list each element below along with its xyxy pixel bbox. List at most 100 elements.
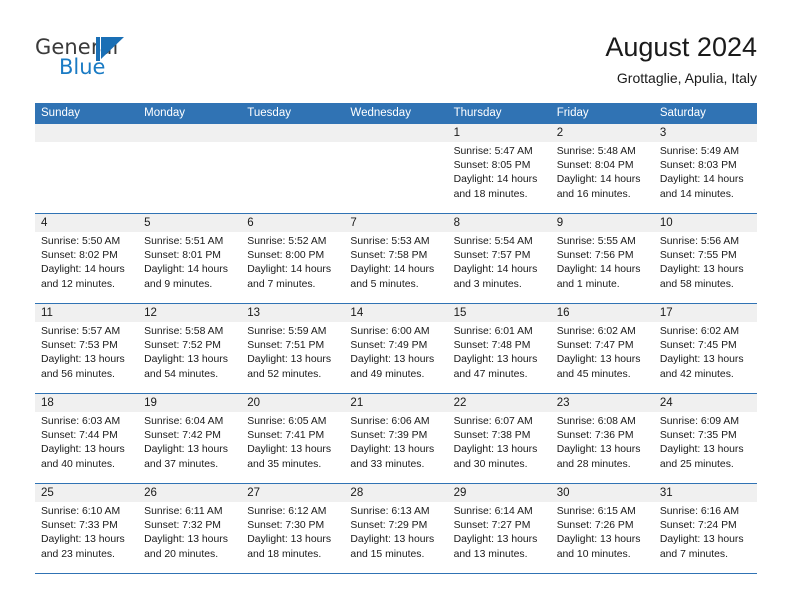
day-detail-line: Sunset: 7:35 PM	[659, 430, 737, 442]
day-cell-1[interactable]: 1 Sunrise: 5:47 AM Sunset: 8:05 PM Daylight…	[447, 124, 551, 213]
day-cell-28[interactable]: 28 Sunrise: 6:13 AM Sunset: 7:29 PM Dayligh…	[344, 484, 448, 573]
day-number: 25	[41, 487, 54, 499]
day-cell-10[interactable]: 10 Sunrise: 5:56 AM Sunset: 7:55 PM Dayligh…	[653, 214, 757, 303]
day-cell-29[interactable]: 29 Sunrise: 6:14 AM Sunset: 7:27 PM Dayligh…	[447, 484, 551, 573]
day-detail-line: Daylight: 13 hours	[41, 444, 125, 456]
day-cell-13[interactable]: 13 Sunrise: 5:59 AM Sunset: 7:51 PM Dayligh…	[241, 304, 345, 393]
day-cell-14[interactable]: 14 Sunrise: 6:00 AM Sunset: 7:49 PM Dayligh…	[344, 304, 448, 393]
day-details: Sunrise: 5:55 AM Sunset: 7:56 PM Daylight:…	[551, 232, 654, 292]
day-details: Sunrise: 6:02 AM Sunset: 7:47 PM Daylight:…	[551, 322, 654, 382]
day-cell-30[interactable]: 30 Sunrise: 6:15 AM Sunset: 7:26 PM Dayligh…	[550, 484, 654, 573]
day-cell-19[interactable]: 19 Sunrise: 6:04 AM Sunset: 7:42 PM Dayligh…	[138, 394, 242, 483]
page-subtitle: Grottaglie, Apulia, Italy	[616, 70, 757, 86]
day-detail-line: and 30 minutes.	[453, 458, 528, 470]
day-detail-line: and 18 minutes.	[247, 548, 322, 560]
day-cell-26[interactable]: 26 Sunrise: 6:11 AM Sunset: 7:32 PM Dayligh…	[138, 484, 242, 573]
day-cell-24[interactable]: 24 Sunrise: 6:09 AM Sunset: 7:35 PM Dayligh…	[653, 394, 757, 483]
day-details: Sunrise: 6:13 AM Sunset: 7:29 PM Daylight:…	[344, 502, 447, 562]
day-number: 11	[41, 307, 53, 319]
day-detail-line: Sunset: 7:26 PM	[556, 520, 634, 532]
day-detail-line: Daylight: 14 hours	[144, 264, 228, 276]
day-detail-line: Sunrise: 6:02 AM	[556, 326, 636, 337]
page-header: General Blue August 2024 Grottaglie, Apu…	[0, 0, 792, 100]
day-cell-2[interactable]: 2 Sunrise: 5:48 AM Sunset: 8:04 PM Daylight…	[550, 124, 654, 213]
day-detail-line: Daylight: 13 hours	[659, 354, 744, 366]
day-detail-line: Sunrise: 5:50 AM	[41, 236, 121, 247]
day-details: Sunrise: 6:03 AM Sunset: 7:44 PM Daylight:…	[35, 412, 138, 472]
general-blue-logo[interactable]: General Blue	[35, 36, 150, 84]
day-cell-3[interactable]: 3 Sunrise: 5:49 AM Sunset: 8:03 PM Daylight…	[653, 124, 757, 213]
day-cell-31[interactable]: 31 Sunrise: 6:16 AM Sunset: 7:24 PM Dayligh…	[653, 484, 757, 573]
day-detail-line: Sunrise: 6:15 AM	[556, 506, 636, 517]
day-cell-12[interactable]: 12 Sunrise: 5:58 AM Sunset: 7:52 PM Dayligh…	[138, 304, 242, 393]
day-details	[35, 142, 138, 145]
day-cell-25[interactable]: 25 Sunrise: 6:10 AM Sunset: 7:33 PM Dayligh…	[35, 484, 139, 573]
day-cell-9[interactable]: 9 Sunrise: 5:55 AM Sunset: 7:56 PM Daylight…	[550, 214, 654, 303]
day-detail-line: Daylight: 14 hours	[556, 174, 641, 186]
day-number: 22	[453, 397, 467, 409]
day-number: 28	[350, 487, 364, 499]
day-detail-line: Sunrise: 6:01 AM	[453, 326, 533, 337]
day-cell-17[interactable]: 17 Sunrise: 6:02 AM Sunset: 7:45 PM Dayligh…	[653, 304, 757, 393]
day-cell-27[interactable]: 27 Sunrise: 6:12 AM Sunset: 7:30 PM Dayligh…	[241, 484, 345, 573]
day-cell-7[interactable]: 7 Sunrise: 5:53 AM Sunset: 7:58 PM Daylight…	[344, 214, 448, 303]
day-number: 30	[556, 487, 570, 499]
day-detail-line: Daylight: 13 hours	[453, 354, 538, 366]
day-detail-line: Sunset: 7:42 PM	[144, 430, 221, 442]
day-details: Sunrise: 5:51 AM Sunset: 8:01 PM Daylight:…	[138, 232, 241, 292]
day-detail-line: Sunrise: 6:00 AM	[350, 326, 430, 337]
day-number: 4	[41, 217, 48, 229]
day-cell-11[interactable]: 11 Sunrise: 5:57 AM Sunset: 7:53 PM Dayligh…	[35, 304, 139, 393]
day-cell-8[interactable]: 8 Sunrise: 5:54 AM Sunset: 7:57 PM Daylight…	[447, 214, 551, 303]
day-number-band: 25	[35, 484, 139, 502]
day-details	[241, 142, 344, 145]
weekday-header-wednesday: Wednesday	[350, 107, 411, 119]
day-cell-21[interactable]: 21 Sunrise: 6:06 AM Sunset: 7:39 PM Dayligh…	[344, 394, 448, 483]
day-number: 6	[247, 217, 254, 229]
day-cell-5[interactable]: 5 Sunrise: 5:51 AM Sunset: 8:01 PM Daylight…	[138, 214, 242, 303]
day-detail-line: Daylight: 13 hours	[247, 444, 332, 456]
weekday-header-monday: Monday	[144, 107, 186, 119]
calendar-week-row: 4 Sunrise: 5:50 AM Sunset: 8:02 PM Daylight…	[35, 214, 757, 304]
day-cell-4[interactable]: 4 Sunrise: 5:50 AM Sunset: 8:02 PM Daylight…	[35, 214, 139, 303]
day-cell-16[interactable]: 16 Sunrise: 6:02 AM Sunset: 7:47 PM Dayligh…	[550, 304, 654, 393]
day-cell-23[interactable]: 23 Sunrise: 6:08 AM Sunset: 7:36 PM Dayligh…	[550, 394, 654, 483]
day-detail-line: and 49 minutes.	[350, 368, 425, 380]
logo-text-blue: Blue	[59, 55, 106, 79]
day-detail-line: Sunrise: 6:02 AM	[659, 326, 739, 337]
day-detail-line: Daylight: 13 hours	[659, 534, 744, 546]
day-detail-line: and 54 minutes.	[144, 368, 219, 380]
day-cell-18[interactable]: 18 Sunrise: 6:03 AM Sunset: 7:44 PM Dayligh…	[35, 394, 139, 483]
day-detail-line: Sunset: 7:36 PM	[556, 430, 634, 442]
day-number-band	[138, 124, 242, 142]
day-number-band: 6	[241, 214, 345, 232]
day-number-band	[344, 124, 448, 142]
day-detail-line: Daylight: 13 hours	[144, 354, 228, 366]
calendar-week-row: 18 Sunrise: 6:03 AM Sunset: 7:44 PM Dayligh…	[35, 394, 757, 484]
day-cell-20[interactable]: 20 Sunrise: 6:05 AM Sunset: 7:41 PM Dayligh…	[241, 394, 345, 483]
day-details: Sunrise: 6:09 AM Sunset: 7:35 PM Daylight:…	[654, 412, 757, 472]
day-number-band: 16	[550, 304, 654, 322]
day-number-band: 24	[653, 394, 757, 412]
day-details: Sunrise: 6:16 AM Sunset: 7:24 PM Daylight:…	[654, 502, 757, 562]
day-details: Sunrise: 6:05 AM Sunset: 7:41 PM Daylight:…	[241, 412, 344, 472]
day-cell-15[interactable]: 15 Sunrise: 6:01 AM Sunset: 7:48 PM Dayligh…	[447, 304, 551, 393]
day-details: Sunrise: 6:02 AM Sunset: 7:45 PM Daylight:…	[654, 322, 757, 382]
day-detail-line: Daylight: 13 hours	[659, 444, 744, 456]
day-details: Sunrise: 5:54 AM Sunset: 7:57 PM Daylight:…	[448, 232, 551, 292]
day-detail-line: Sunrise: 5:51 AM	[144, 236, 224, 247]
day-cell-22[interactable]: 22 Sunrise: 6:07 AM Sunset: 7:38 PM Dayligh…	[447, 394, 551, 483]
weekday-header-tuesday: Tuesday	[247, 107, 291, 119]
day-number-band: 5	[138, 214, 242, 232]
day-details: Sunrise: 5:52 AM Sunset: 8:00 PM Daylight:…	[241, 232, 344, 292]
day-details: Sunrise: 5:56 AM Sunset: 7:55 PM Daylight:…	[654, 232, 757, 292]
day-cell-6[interactable]: 6 Sunrise: 5:52 AM Sunset: 8:00 PM Daylight…	[241, 214, 345, 303]
day-detail-line: Daylight: 14 hours	[41, 264, 125, 276]
day-detail-line: Sunset: 8:05 PM	[453, 160, 531, 172]
day-detail-line: Daylight: 13 hours	[556, 354, 641, 366]
day-detail-line: Daylight: 13 hours	[556, 534, 641, 546]
day-number: 15	[453, 307, 467, 319]
day-number-band: 20	[241, 394, 345, 412]
day-detail-line: Sunrise: 5:55 AM	[556, 236, 636, 247]
day-detail-line: and 13 minutes.	[453, 548, 528, 560]
